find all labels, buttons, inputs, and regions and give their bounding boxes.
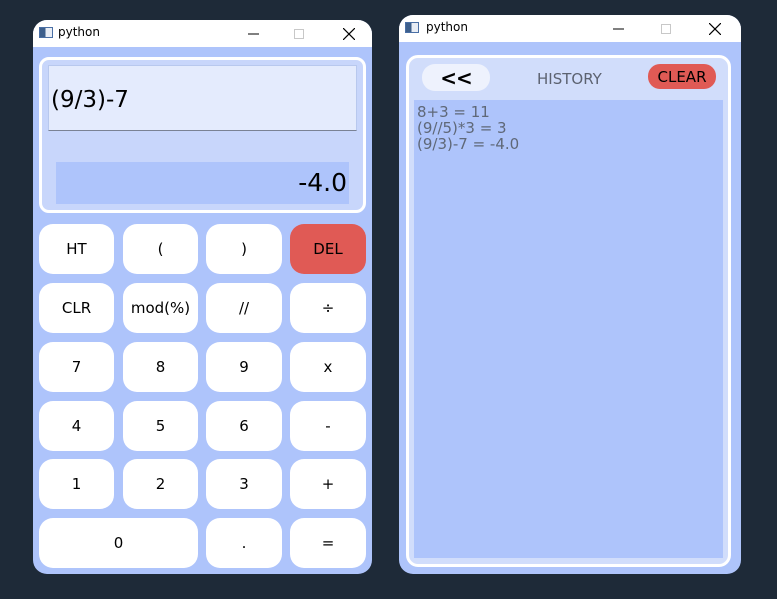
history-entry: 8+3 = 11 — [417, 103, 490, 121]
digit-9-button[interactable]: 9 — [206, 342, 282, 392]
digit-7-button[interactable]: 7 — [39, 342, 114, 392]
digit-8-button[interactable]: 8 — [123, 342, 198, 392]
python-app-icon — [39, 27, 53, 38]
divide-button[interactable]: ÷ — [290, 283, 366, 333]
history-entry: (9/3)-7 = -4.0 — [417, 135, 520, 153]
minimize-icon[interactable] — [595, 15, 641, 42]
digit-6-button[interactable]: 6 — [206, 401, 282, 451]
history-list[interactable]: 8+3 = 11 (9//5)*3 = 3 (9/3)-7 = -4.0 — [414, 100, 723, 558]
digit-3-button[interactable]: 3 — [206, 459, 282, 509]
calculator-window: python (9/3)-7 -4.0 HT ( ) DEL CLR mod(%… — [33, 20, 372, 574]
maximize-icon — [276, 20, 322, 47]
clear-button[interactable]: CLR — [39, 283, 114, 333]
close-icon[interactable] — [326, 20, 372, 47]
digit-2-button[interactable]: 2 — [123, 459, 198, 509]
modulo-button[interactable]: mod(%) — [123, 283, 198, 333]
minus-button[interactable]: - — [290, 401, 366, 451]
digit-0-button[interactable]: 0 — [39, 518, 198, 568]
minimize-icon[interactable] — [230, 20, 276, 47]
clear-history-button[interactable]: CLEAR — [648, 64, 716, 89]
history-header: << HISTORY CLEAR — [409, 58, 728, 100]
plus-button[interactable]: + — [290, 459, 366, 509]
ht-button[interactable]: HT — [39, 224, 114, 274]
calculator-titlebar[interactable]: python — [33, 20, 372, 47]
digit-1-button[interactable]: 1 — [39, 459, 114, 509]
multiply-button[interactable]: x — [290, 342, 366, 392]
right-paren-button[interactable]: ) — [206, 224, 282, 274]
back-button[interactable]: << — [422, 64, 490, 91]
result-display: -4.0 — [56, 162, 349, 204]
delete-button[interactable]: DEL — [290, 224, 366, 274]
floor-divide-button[interactable]: // — [206, 283, 282, 333]
history-panel: << HISTORY CLEAR 8+3 = 11 (9//5)*3 = 3 (… — [406, 55, 731, 567]
window-title: python — [58, 25, 100, 39]
history-heading: HISTORY — [537, 70, 602, 88]
python-app-icon — [405, 22, 419, 33]
display-panel: (9/3)-7 -4.0 — [39, 57, 366, 213]
close-icon[interactable] — [692, 15, 738, 42]
decimal-point-button[interactable]: . — [206, 518, 282, 568]
maximize-icon — [643, 15, 689, 42]
history-window: python << HISTORY CLEAR 8+3 = 11 (9//5)*… — [399, 15, 741, 574]
equals-button[interactable]: = — [290, 518, 366, 568]
digit-4-button[interactable]: 4 — [39, 401, 114, 451]
expression-input[interactable]: (9/3)-7 — [48, 65, 357, 131]
window-title: python — [426, 20, 468, 34]
left-paren-button[interactable]: ( — [123, 224, 198, 274]
history-titlebar[interactable]: python — [399, 15, 741, 42]
history-entry: (9//5)*3 = 3 — [417, 119, 507, 137]
digit-5-button[interactable]: 5 — [123, 401, 198, 451]
